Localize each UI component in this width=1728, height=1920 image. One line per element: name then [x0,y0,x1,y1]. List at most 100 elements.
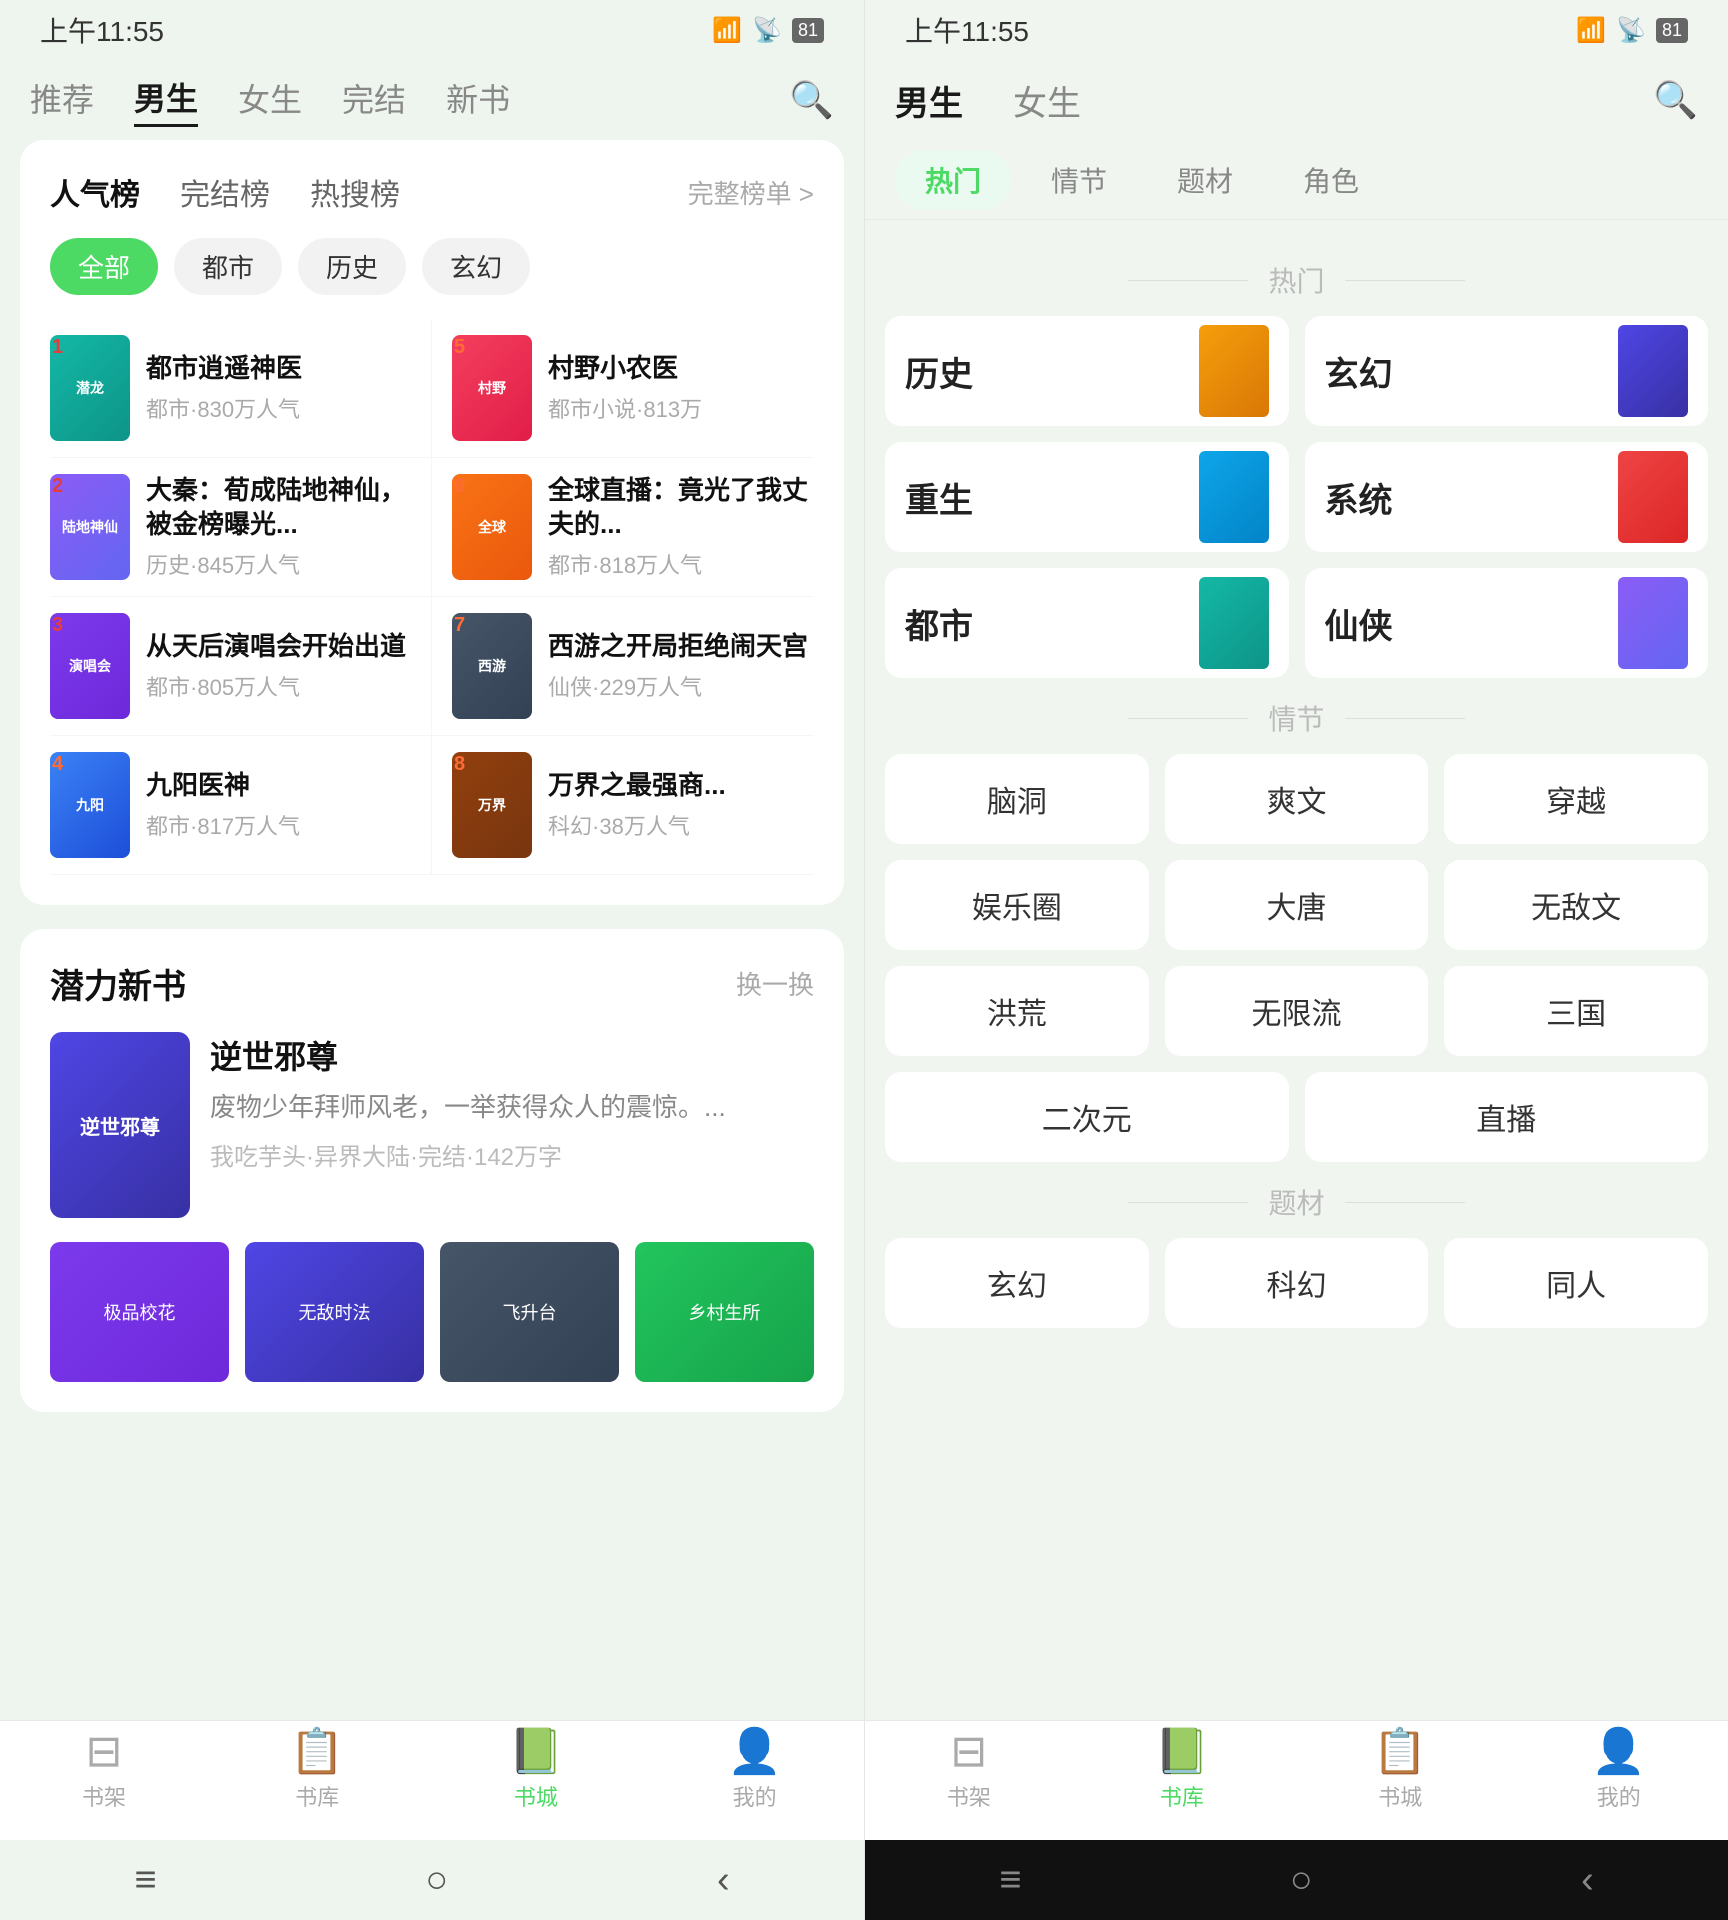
tag-livestream[interactable]: 直播 [1305,1072,1709,1162]
tag-fanfic[interactable]: 同人 [1444,1238,1708,1328]
left-main-content: 人气榜 完结榜 热搜榜 完整榜单 > 全部 都市 历史 玄幻 潜龙 1 [0,140,864,1720]
tab-bookshelf-label: 书架 [947,1780,991,1812]
back-button[interactable]: ‹ [717,1859,730,1902]
list-item[interactable]: 无敌时法 [245,1242,424,1382]
tag-scifi[interactable]: 科幻 [1165,1238,1429,1328]
tag-entertainment[interactable]: 娱乐圈 [885,860,1149,950]
right-panel: 上午11:55 📶 📡 81 男生 女生 🔍 热门 情节 题材 角色 热门 历史 [864,0,1728,1920]
tag-brainstorm[interactable]: 脑洞 [885,754,1149,844]
tab-library[interactable]: 📋 书库 [290,1730,345,1812]
rank-number: 3 [52,615,63,635]
right-nav-male[interactable]: 男生 [895,76,963,125]
table-row[interactable]: 潜龙 1 都市逍遥神医 都市·830万人气 [50,319,432,458]
tag-honghuang[interactable]: 洪荒 [885,966,1149,1056]
list-item[interactable]: 飞升台 [440,1242,619,1382]
book-meta: 历史·845万人气 [146,548,411,580]
tab-theme[interactable]: 题材 [1147,150,1263,210]
right-tab-store[interactable]: 📋 书城 [1373,1730,1428,1812]
right-search-button[interactable]: 🔍 [1653,79,1698,121]
featured-title: 逆世邪尊 [210,1032,814,1078]
book-info: 西游之开局拒绝闹天宫 仙侠·229万人气 [548,630,814,702]
table-row[interactable]: 陆地神仙 2 大秦：荀成陆地神仙，被金榜曝光... 历史·845万人气 [50,458,432,597]
tag-sanguo[interactable]: 三国 [1444,966,1708,1056]
tab-bookshelf[interactable]: ⊟ 书架 [82,1730,126,1812]
hot-section: 热门 历史 玄幻 重生 [865,220,1728,1328]
filter-fantasy[interactable]: 玄幻 [422,238,530,295]
tab-store[interactable]: 📗 书城 [509,1730,564,1812]
left-bottom-tab-bar: ⊟ 书架 📋 书库 📗 书城 👤 我的 [0,1720,864,1840]
rank-tab-complete[interactable]: 完结榜 [180,170,270,214]
genre-item-reborn[interactable]: 重生 [885,442,1289,552]
genre-item-xianxia[interactable]: 仙侠 [1305,568,1709,678]
tab-emotion[interactable]: 情节 [1021,150,1137,210]
book-cover: 万界 8 [452,752,532,858]
right-nav-female[interactable]: 女生 [1013,76,1081,125]
featured-book[interactable]: 逆世邪尊 逆世邪尊 废物少年拜师风老，一举获得众人的震惊。... 我吃芋头·异界… [50,1032,814,1218]
search-button[interactable]: 🔍 [789,79,834,121]
table-row[interactable]: 西游 7 西游之开局拒绝闹天宫 仙侠·229万人气 [432,597,814,736]
featured-info: 逆世邪尊 废物少年拜师风老，一举获得众人的震惊。... 我吃芋头·异界大陆·完结… [210,1032,814,1218]
table-row[interactable]: 全球 6 全球直播：竟光了我丈夫的... 都市·818万人气 [432,458,814,597]
right-main-content: 热门 历史 玄幻 重生 [865,220,1728,1720]
filter-history[interactable]: 历史 [298,238,406,295]
book-meta: 都市·818万人气 [548,548,814,580]
table-row[interactable]: 万界 8 万界之最强商... 科幻·38万人气 [432,736,814,875]
book-cover: 陆地神仙 2 [50,474,130,580]
nav-item-female[interactable]: 女生 [238,75,302,125]
tag-invincible[interactable]: 无敌文 [1444,860,1708,950]
rank-tab-hot-search[interactable]: 热搜榜 [310,170,400,214]
filter-all[interactable]: 全部 [50,238,158,295]
book-cover: 西游 7 [452,613,532,719]
nav-item-male[interactable]: 男生 [134,74,198,127]
genre-item-system[interactable]: 系统 [1305,442,1709,552]
theme-section-title: 题材 [885,1182,1708,1222]
tag-unlimited[interactable]: 无限流 [1165,966,1429,1056]
home-button[interactable]: ○ [425,1859,448,1902]
tag-cool[interactable]: 爽文 [1165,754,1429,844]
tab-profile[interactable]: 👤 我的 [727,1730,782,1812]
tag-xuanhuan[interactable]: 玄幻 [885,1238,1149,1328]
rank-tab-popularity[interactable]: 人气榜 [50,170,140,214]
genre-grid: 历史 玄幻 重生 [885,316,1708,678]
right-tab-profile[interactable]: 👤 我的 [1591,1730,1646,1812]
back-button[interactable]: ‹ [1581,1859,1594,1902]
refresh-action[interactable]: 换一换 [736,965,814,1002]
nav-item-recommend[interactable]: 推荐 [30,75,94,125]
left-panel: 上午11:55 📶 📡 81 推荐 男生 女生 完结 新书 🔍 人气榜 完结榜 … [0,0,864,1920]
new-books-card: 潜力新书 换一换 逆世邪尊 逆世邪尊 废物少年拜师风老，一举获得众人的震惊。..… [20,929,844,1412]
genre-item-urban[interactable]: 都市 [885,568,1289,678]
filter-urban[interactable]: 都市 [174,238,282,295]
nav-item-complete[interactable]: 完结 [342,75,406,125]
tag-datang[interactable]: 大唐 [1165,860,1429,950]
featured-tags: 我吃芋头·异界大陆·完结·142万字 [210,1137,814,1172]
genre-item-fantasy[interactable]: 玄幻 [1305,316,1709,426]
table-row[interactable]: 村野 5 村野小农医 都市小说·813万 [432,319,814,458]
tab-hot[interactable]: 热门 [895,150,1011,210]
tag-anime[interactable]: 二次元 [885,1072,1289,1162]
home-button[interactable]: ○ [1290,1859,1313,1902]
right-tab-bar: 热门 情节 题材 角色 [865,140,1728,220]
library-icon: 📗 [1154,1730,1209,1774]
nav-item-new[interactable]: 新书 [446,75,510,125]
table-row[interactable]: 九阳 4 九阳医神 都市·817万人气 [50,736,432,875]
book-meta: 科幻·38万人气 [548,809,814,841]
emotion-section-title: 情节 [885,698,1708,738]
right-tab-library[interactable]: 📗 书库 [1154,1730,1209,1812]
book-info: 九阳医神 都市·817万人气 [146,769,411,841]
right-tab-bookshelf[interactable]: ⊟ 书架 [947,1730,991,1812]
new-books-header: 潜力新书 换一换 [50,959,814,1008]
book-meta: 都市·805万人气 [146,670,411,702]
genre-item-history[interactable]: 历史 [885,316,1289,426]
menu-button[interactable]: ≡ [134,1859,156,1902]
ranking-card: 人气榜 完结榜 热搜榜 完整榜单 > 全部 都市 历史 玄幻 潜龙 1 [20,140,844,905]
tab-library-label: 书库 [1160,1780,1204,1812]
list-item[interactable]: 极品校花 [50,1242,229,1382]
menu-button[interactable]: ≡ [999,1859,1021,1902]
full-ranking-link[interactable]: 完整榜单 > [688,174,814,211]
table-row[interactable]: 演唱会 3 从天后演唱会开始出道 都市·805万人气 [50,597,432,736]
right-nav-bar: ≡ ○ ‹ [865,1840,1728,1920]
tab-character[interactable]: 角色 [1273,150,1389,210]
tag-crossover[interactable]: 穿越 [1444,754,1708,844]
list-item[interactable]: 乡村生所 [635,1242,814,1382]
small-books-row: 极品校花 无敌时法 飞升台 乡村生所 [50,1242,814,1382]
